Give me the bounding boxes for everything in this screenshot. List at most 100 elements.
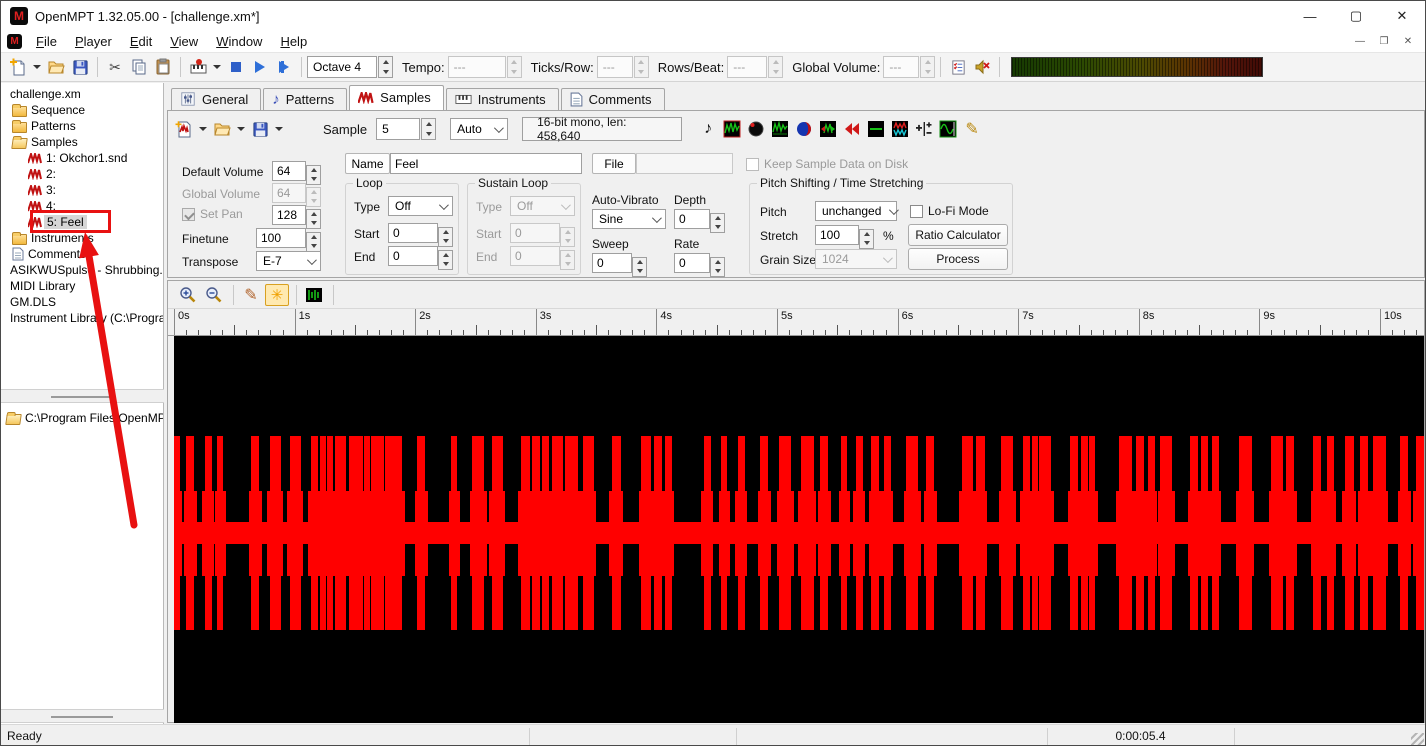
invert-button[interactable] (888, 117, 912, 141)
new-sample-button[interactable] (172, 117, 196, 141)
resample-button[interactable] (816, 117, 840, 141)
menu-view[interactable]: View (161, 32, 207, 51)
stop-button[interactable] (224, 55, 248, 79)
vibrato-rate-input[interactable]: 0 (674, 253, 710, 273)
reverse-button[interactable] (840, 117, 864, 141)
sign-convert-button[interactable] (912, 117, 936, 141)
tree-item-patterns[interactable]: Patterns (1, 118, 163, 134)
pan-input[interactable]: 128 (272, 205, 306, 225)
resize-grip[interactable] (1411, 733, 1424, 745)
set-pan-checkbox[interactable]: Set Pan (182, 207, 243, 221)
tree-item-midi-library[interactable]: MIDI Library (1, 278, 163, 294)
sample-number-spinner[interactable] (421, 118, 437, 140)
mdi-document-icon[interactable]: M (7, 34, 22, 49)
maximize-button[interactable]: ▢ (1333, 1, 1379, 31)
sample-mode-select[interactable]: Auto (450, 118, 509, 140)
mdi-restore-button[interactable]: ❐ (1377, 36, 1391, 47)
tree-item-instruments[interactable]: Instruments (1, 230, 163, 246)
tree-item-instrument-library[interactable]: Instrument Library (C:\Program Fi (1, 310, 163, 326)
loop-type-select[interactable]: Off (388, 196, 453, 216)
tree-item-sample-2[interactable]: 2: (1, 166, 163, 182)
vibrato-rate-spinner[interactable] (710, 256, 725, 277)
tree-item-sample-3[interactable]: 3: (1, 182, 163, 198)
tree-item-sample-1[interactable]: 1: Okchor1.snd (1, 150, 163, 166)
tempo-input[interactable]: --- (447, 56, 506, 78)
transpose-select[interactable]: E-7 (256, 251, 321, 271)
save-sample-button[interactable] (248, 117, 272, 141)
library-path-item[interactable]: C:\Program Files\OpenMPT (1, 410, 163, 426)
mdi-minimize-button[interactable]: — (1353, 36, 1367, 47)
zoom-out-button[interactable] (202, 284, 226, 306)
vibrato-depth-spinner[interactable] (710, 212, 725, 233)
waveform-canvas[interactable] (174, 336, 1424, 723)
mute-button[interactable] (970, 55, 994, 79)
name-button[interactable]: Name (345, 153, 390, 174)
copy-button[interactable] (127, 55, 151, 79)
sample-number-input[interactable]: 5 (376, 118, 421, 140)
pitch-select[interactable]: unchanged (815, 201, 900, 221)
save-button[interactable] (68, 55, 92, 79)
tree-item-other-module[interactable]: ASIKWUSpulse - Shrubbing.s3m (1, 262, 163, 278)
octave-select[interactable]: Octave 4 (307, 56, 377, 78)
open-sample-dropdown[interactable] (237, 127, 245, 131)
finetune-spinner[interactable] (306, 231, 321, 252)
new-file-dropdown[interactable] (33, 65, 41, 69)
tab-patterns[interactable]: ♪ Patterns (263, 88, 348, 110)
tree-item-comments[interactable]: Comments (1, 246, 163, 262)
file-button[interactable]: File (592, 153, 636, 174)
midi-record-dropdown[interactable] (213, 65, 221, 69)
default-volume-input[interactable]: 64 (272, 161, 306, 181)
menu-player[interactable]: Player (66, 32, 121, 51)
loop-end-input[interactable]: 0 (388, 246, 438, 266)
tree-splitter-bottom[interactable] (1, 709, 164, 723)
tree-item-sample-5-feel[interactable]: 5: Feel (1, 214, 163, 230)
ratio-calculator-button[interactable]: Ratio Calculator (908, 224, 1008, 246)
tree-item-module[interactable]: challenge.xm (1, 86, 163, 102)
stereo-separation-button[interactable] (792, 117, 816, 141)
timeline-ruler-strip[interactable]: 0s 1s 2s 3s 4s 5s 6s 7s 8s 9s 10s (168, 309, 1424, 336)
draw-tool-button[interactable]: ✎ (239, 284, 263, 306)
view-sample-button[interactable] (302, 284, 326, 306)
rows-beat-input[interactable]: --- (727, 56, 768, 78)
menu-help[interactable]: Help (271, 32, 316, 51)
tab-samples[interactable]: Samples (349, 85, 444, 110)
cut-button[interactable]: ✂ (103, 55, 127, 79)
lofi-mode-checkbox[interactable]: Lo-Fi Mode (910, 204, 989, 218)
vibrato-type-select[interactable]: Sine (592, 209, 666, 229)
menu-file[interactable]: File (27, 32, 66, 51)
vibrato-sweep-input[interactable]: 0 (592, 253, 632, 273)
minimize-button[interactable]: — (1287, 1, 1333, 31)
zoom-in-button[interactable] (176, 284, 200, 306)
draw-sample-button[interactable]: ✎ (960, 117, 984, 141)
stretch-spinner[interactable] (859, 228, 874, 249)
tab-general[interactable]: General (171, 88, 262, 110)
autotune-button[interactable] (936, 117, 960, 141)
play-note-button[interactable]: ♪ (696, 117, 720, 141)
pan-spinner[interactable] (306, 208, 321, 229)
tree-item-sequence[interactable]: Sequence (1, 102, 163, 118)
ticks-row-input[interactable]: --- (596, 56, 633, 78)
amplify-button[interactable] (744, 117, 768, 141)
global-volume-input[interactable]: --- (883, 56, 920, 78)
octave-spinner[interactable] (378, 56, 393, 78)
menu-window[interactable]: Window (207, 32, 271, 51)
loop-end-spinner[interactable] (438, 249, 453, 270)
default-volume-spinner[interactable] (306, 164, 321, 185)
open-sample-button[interactable] (210, 117, 234, 141)
tree-item-gm-dls[interactable]: GM.DLS (1, 294, 163, 310)
save-sample-dropdown[interactable] (275, 127, 283, 131)
mdi-close-button[interactable]: ✕ (1401, 36, 1415, 47)
silence-button[interactable] (864, 117, 888, 141)
loop-start-input[interactable]: 0 (388, 223, 438, 243)
tree-splitter[interactable] (1, 389, 164, 403)
vibrato-depth-input[interactable]: 0 (674, 209, 710, 229)
new-file-button[interactable] (6, 55, 30, 79)
generate-tool-button[interactable]: ✳ (265, 283, 289, 306)
new-sample-dropdown[interactable] (199, 127, 207, 131)
tab-instruments[interactable]: Instruments (445, 88, 559, 110)
dc-offset-button[interactable] (768, 117, 792, 141)
process-button[interactable]: Process (908, 248, 1008, 270)
tree-item-samples[interactable]: Samples (1, 134, 163, 150)
sample-name-input[interactable]: Feel (390, 153, 582, 174)
close-button[interactable]: ✕ (1379, 1, 1425, 31)
